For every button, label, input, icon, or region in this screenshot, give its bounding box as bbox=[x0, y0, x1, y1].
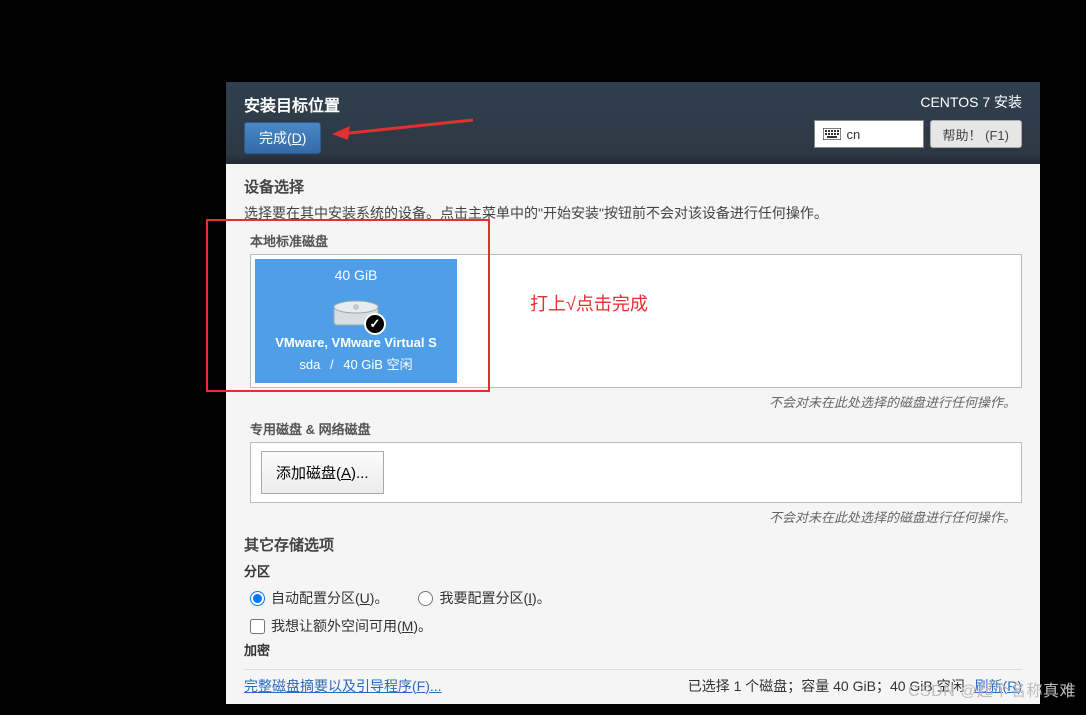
header-bar: 安装目标位置 完成(D) CENTOS 7 安装 cn 帮助！ (F bbox=[226, 82, 1040, 164]
footer-bar: 完整磁盘摘要以及引导程序(F)... 已选择 1 个磁盘；容量 40 GiB；4… bbox=[244, 669, 1022, 696]
keyboard-layout: cn bbox=[847, 127, 861, 142]
radio-manual-label[interactable]: 我要配置分区(I)。 bbox=[439, 588, 550, 608]
note-no-action-1: 不会对未在此处选择的磁盘进行任何操作。 bbox=[244, 392, 1016, 411]
device-selection-desc: 选择要在其中安装系统的设备。点击主菜单中的"开始安装"按钮前不会对该设备进行任何… bbox=[244, 203, 1022, 223]
disk-name: VMware, VMware Virtual S bbox=[275, 335, 437, 350]
check-extra-space[interactable] bbox=[250, 619, 265, 634]
full-summary-link[interactable]: 完整磁盘摘要以及引导程序(F)... bbox=[244, 676, 442, 696]
help-button[interactable]: 帮助！ (F1) bbox=[930, 120, 1022, 148]
special-disks-frame: 添加磁盘(A)... bbox=[250, 442, 1022, 503]
encryption-heading: 加密 bbox=[244, 640, 1022, 659]
disk-free: 40 GiB 空闲 bbox=[343, 357, 412, 372]
disk-tile[interactable]: 40 GiB ✓ VMware, VMware Virtual S sda / … bbox=[255, 259, 457, 383]
other-storage-section: 其它存储选项 分区 自动配置分区(U)。 我要配置分区(I)。 bbox=[244, 534, 1022, 659]
local-disks-heading: 本地标准磁盘 bbox=[250, 231, 1022, 250]
radio-auto-label[interactable]: 自动配置分区(U)。 bbox=[271, 588, 388, 608]
other-storage-heading: 其它存储选项 bbox=[244, 534, 1022, 555]
add-disk-key: A bbox=[341, 465, 351, 482]
disk-id-row: sda / 40 GiB 空闲 bbox=[299, 354, 412, 373]
help-label: 帮助！ (F1) bbox=[943, 128, 1009, 143]
disk-size: 40 GiB bbox=[335, 267, 378, 283]
radio-manual-partition[interactable] bbox=[418, 591, 433, 606]
check-extra-space-label[interactable]: 我想让额外空间可用(M)。 bbox=[271, 616, 432, 636]
keyboard-icon bbox=[823, 128, 841, 140]
done-key: D bbox=[292, 130, 302, 146]
note-no-action-2: 不会对未在此处选择的磁盘进行任何操作。 bbox=[244, 507, 1016, 526]
done-label: 完成( bbox=[259, 130, 292, 146]
installer-window: 安装目标位置 完成(D) CENTOS 7 安装 cn 帮助！ (F bbox=[226, 82, 1040, 704]
brand-title: CENTOS 7 安装 bbox=[814, 92, 1022, 112]
radio-auto-partition[interactable] bbox=[250, 591, 265, 606]
keyboard-indicator[interactable]: cn bbox=[814, 120, 924, 148]
done-button[interactable]: 完成(D) bbox=[244, 122, 321, 154]
add-disk-button[interactable]: 添加磁盘(A)... bbox=[261, 451, 384, 494]
special-disks-heading: 专用磁盘 & 网络磁盘 bbox=[250, 419, 1022, 438]
hard-drive-icon: ✓ bbox=[332, 291, 380, 329]
content-area: 设备选择 选择要在其中安装系统的设备。点击主菜单中的"开始安装"按钮前不会对该设… bbox=[226, 164, 1040, 704]
local-disks-frame: 40 GiB ✓ VMware, VMware Virtual S sda / … bbox=[250, 254, 1022, 388]
add-disk-close: )... bbox=[351, 465, 369, 482]
add-disk-label: 添加磁盘( bbox=[276, 465, 341, 482]
watermark: CSDN @起个名称真难 bbox=[908, 677, 1076, 701]
device-selection-heading: 设备选择 bbox=[244, 176, 1022, 197]
partition-heading: 分区 bbox=[244, 561, 1022, 580]
checkmark-icon: ✓ bbox=[364, 313, 386, 335]
disk-id: sda bbox=[299, 357, 320, 372]
done-close: ) bbox=[302, 130, 307, 146]
page-title: 安装目标位置 bbox=[244, 92, 340, 116]
disk-sep: / bbox=[330, 357, 334, 372]
